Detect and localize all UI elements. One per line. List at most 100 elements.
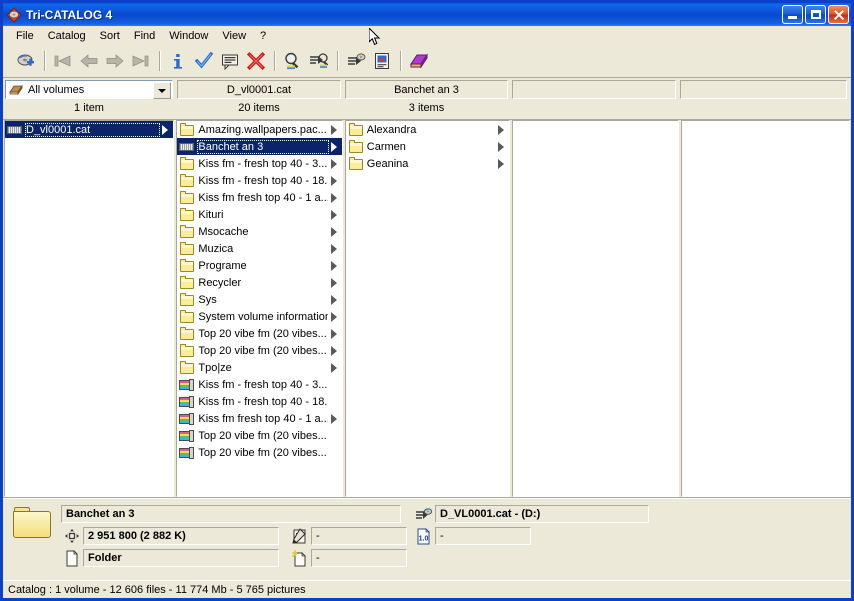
thumbnail-icon[interactable] [369, 48, 395, 74]
first-record-icon[interactable] [50, 48, 76, 74]
list-item[interactable]: Kituri [177, 206, 341, 223]
list-item[interactable]: Kiss fm - fresh top 40 - 3... [177, 155, 341, 172]
next-record-icon[interactable] [102, 48, 128, 74]
last-record-icon[interactable] [128, 48, 154, 74]
menu-catalog[interactable]: Catalog [41, 28, 93, 44]
list-item[interactable]: Top 20 vibe fm (20 vibes... [177, 342, 341, 359]
close-button[interactable] [828, 5, 849, 24]
list-item[interactable]: Geanina [346, 155, 509, 172]
delete-icon[interactable] [243, 48, 269, 74]
list-item[interactable]: Recycler [177, 274, 341, 291]
list-item[interactable]: System volume information [177, 308, 341, 325]
detail-fields: Banchet an 3 2 951 800 (2 882 K) - Folde… [61, 504, 407, 580]
list-item-label: Alexandra [366, 123, 417, 136]
pane-empty-2[interactable] [680, 120, 850, 497]
folder-icon [179, 156, 195, 172]
column-title-catalog[interactable]: D_vl0001.cat [177, 80, 341, 99]
list-item[interactable]: Top 20 vibe fm (20 vibes... [177, 427, 341, 444]
pane-empty-1[interactable] [512, 120, 679, 497]
menu-help[interactable]: ? [253, 28, 273, 44]
expand-arrow-icon[interactable] [328, 242, 340, 256]
list-item-label: Programe [198, 259, 247, 272]
pane-volumes[interactable]: D_vl0001.cat [4, 120, 175, 497]
volume-filter-dropdown[interactable]: All volumes [5, 80, 173, 99]
pane-subfolders[interactable]: Alexandra Carmen Geanina [344, 120, 511, 497]
menu-file[interactable]: File [9, 28, 41, 44]
info-icon[interactable] [165, 48, 191, 74]
list-item[interactable]: Kiss fm - fresh top 40 - 18... [177, 172, 341, 189]
menu-find[interactable]: Find [127, 28, 162, 44]
column-title-folder[interactable]: Banchet an 3 [345, 80, 508, 99]
menu-view[interactable]: View [215, 28, 253, 44]
list-item[interactable]: Carmen [346, 138, 509, 155]
expand-arrow-icon[interactable] [328, 293, 340, 307]
detail-volume-fields: D_VL0001.cat - (D:) 1.0 - [413, 504, 649, 580]
maximize-button[interactable] [805, 5, 826, 24]
expand-arrow-icon[interactable] [328, 225, 340, 239]
expand-arrow-icon[interactable] [328, 361, 340, 375]
list-item[interactable]: Muzica [177, 240, 341, 257]
expand-arrow-icon[interactable] [328, 259, 340, 273]
column-title-empty-1[interactable] [512, 80, 676, 99]
menu-sort[interactable]: Sort [93, 28, 127, 44]
search-icon[interactable] [280, 48, 306, 74]
expand-arrow-icon[interactable] [495, 140, 507, 154]
expand-arrow-icon[interactable] [328, 191, 340, 205]
folder-icon [179, 309, 195, 325]
catalog-book-icon[interactable] [406, 48, 432, 74]
folder-icon [179, 173, 195, 189]
detail-left-group: Banchet an 3 2 951 800 (2 882 K) - Folde… [3, 504, 407, 580]
previous-record-icon[interactable] [76, 48, 102, 74]
list-item-label: Geanina [366, 157, 409, 170]
chevron-down-icon[interactable] [153, 82, 171, 99]
list-item[interactable]: Kiss fm - fresh top 40 - 18... [177, 393, 341, 410]
disk-properties-icon[interactable] [343, 48, 369, 74]
folder-icon [179, 122, 195, 138]
expand-arrow-icon[interactable] [495, 157, 507, 171]
list-item[interactable]: Top 20 vibe fm (20 vibes... [177, 325, 341, 342]
expand-arrow-icon[interactable] [159, 123, 171, 137]
status-text: Catalog : 1 volume - 12 606 files - 11 7… [8, 583, 306, 596]
folder-icon [179, 326, 195, 342]
expand-arrow-icon[interactable] [328, 174, 340, 188]
advanced-search-icon[interactable] [306, 48, 332, 74]
list-item[interactable]: Alexandra [346, 121, 509, 138]
comment-icon[interactable] [217, 48, 243, 74]
toolbar-separator [44, 51, 45, 71]
list-item[interactable]: Msocache [177, 223, 341, 240]
list-item-label: Top 20 vibe fm (20 vibes... [198, 446, 327, 459]
column-count-catalog: 20 items [238, 102, 280, 114]
browser-panes: D_vl0001.cat Amazing.wallpapers.pac... Ba… [3, 120, 851, 498]
list-item[interactable]: D_vl0001.cat [5, 121, 174, 138]
expand-arrow-icon[interactable] [328, 157, 340, 171]
list-item[interactable]: Kiss fm - fresh top 40 - 3... [177, 376, 341, 393]
expand-arrow-icon[interactable] [495, 123, 507, 137]
list-item-label: Sys [198, 293, 217, 306]
list-item[interactable]: Kiss fm fresh top 40 - 1 a... [177, 189, 341, 206]
minimize-button[interactable] [782, 5, 803, 24]
title-bar[interactable]: Tri-CATALOG 4 [3, 3, 851, 26]
list-item[interactable]: Kiss fm fresh top 40 - 1 a... [177, 410, 341, 427]
list-item[interactable]: Sys [177, 291, 341, 308]
window-controls [782, 5, 849, 24]
list-item[interactable]: Programe [177, 257, 341, 274]
pane-folders[interactable]: Amazing.wallpapers.pac... Banchet an 3 Kis… [176, 120, 343, 497]
list-item[interactable]: Tpo|ze [177, 359, 341, 376]
list-item[interactable]: Amazing.wallpapers.pac... [177, 121, 341, 138]
list-item[interactable]: Banchet an 3 [177, 138, 342, 155]
expand-arrow-placeholder [328, 378, 340, 392]
menu-window[interactable]: Window [162, 28, 215, 44]
expand-arrow-icon[interactable] [328, 344, 340, 358]
expand-arrow-icon[interactable] [328, 412, 340, 426]
expand-arrow-icon[interactable] [328, 208, 340, 222]
add-catalog-icon[interactable] [13, 48, 39, 74]
expand-arrow-icon[interactable] [328, 276, 340, 290]
expand-arrow-icon[interactable] [328, 140, 340, 154]
column-title-empty-2[interactable] [680, 80, 847, 99]
list-item[interactable]: Top 20 vibe fm (20 vibes... [177, 444, 341, 461]
expand-arrow-icon[interactable] [328, 310, 340, 324]
expand-arrow-icon[interactable] [328, 123, 340, 137]
detail-size-row: 2 951 800 (2 882 K) - [61, 526, 407, 546]
expand-arrow-icon[interactable] [328, 327, 340, 341]
validate-icon[interactable] [191, 48, 217, 74]
